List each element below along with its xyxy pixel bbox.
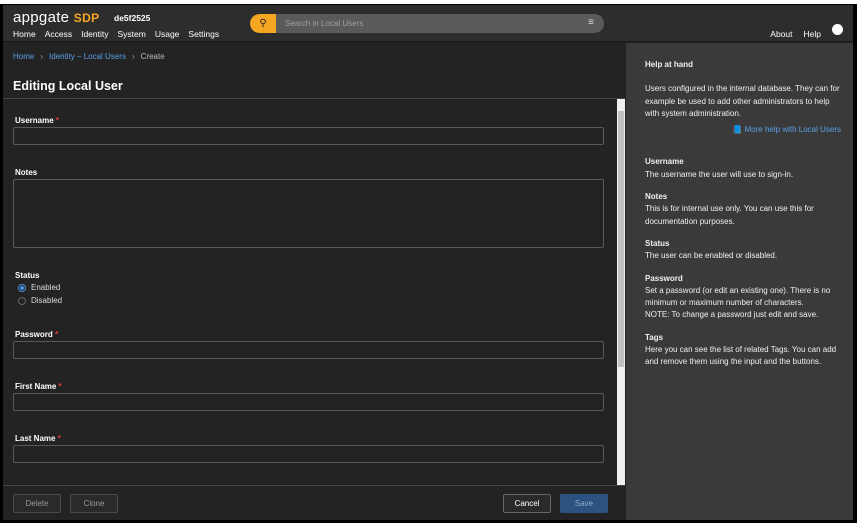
status-label: Status [15, 271, 40, 280]
book-icon: 📘 [732, 125, 743, 135]
last-name-label: Last Name * [15, 434, 61, 443]
more-help-link[interactable]: 📘 More help with Local Users [645, 124, 841, 136]
header-links: About Help [770, 24, 843, 39]
window-top-border [0, 0, 857, 4]
chevron-right-icon: › [131, 52, 135, 61]
help-title: Help at hand [645, 60, 694, 69]
cancel-button[interactable]: Cancel [503, 494, 551, 513]
user-form: Username * Notes Status Enabled Disabled… [3, 99, 617, 485]
form-scrollbar[interactable] [617, 99, 625, 485]
filter-icon[interactable]: ≡ [588, 17, 594, 28]
host-name: de5f2525 [114, 13, 151, 23]
nav-usage[interactable]: Usage [155, 29, 180, 39]
radio-unchecked-icon [18, 296, 26, 305]
nav-identity[interactable]: Identity [81, 29, 108, 39]
radio-checked-icon [18, 283, 26, 292]
search-icon[interactable]: ⚲ [250, 14, 276, 33]
notes-textarea[interactable] [13, 179, 604, 248]
main-nav: Home Access Identity System Usage Settin… [13, 29, 219, 39]
save-button[interactable]: Save [560, 494, 608, 513]
status-enabled-radio[interactable]: Enabled [18, 283, 60, 292]
search-bar[interactable]: ⚲ Search in Local Users ≡ [250, 14, 604, 33]
help-section-status: Status The user can be enabled or disable… [645, 238, 778, 261]
breadcrumb-local-users[interactable]: Identity – Local Users [49, 52, 126, 61]
notes-label: Notes [15, 168, 38, 177]
status-disabled-radio[interactable]: Disabled [18, 296, 62, 305]
nav-access[interactable]: Access [45, 29, 72, 39]
nav-system[interactable]: System [118, 29, 146, 39]
password-label: Password * [15, 330, 59, 339]
chevron-right-icon: › [40, 52, 44, 61]
last-name-input[interactable] [13, 445, 604, 463]
nav-home[interactable]: Home [13, 29, 36, 39]
clone-button[interactable]: Clone [70, 494, 118, 513]
password-input[interactable] [13, 341, 604, 359]
header: appgate SDP de5f2525 Home Access Identit… [3, 5, 853, 42]
main-content: Home › Identity – Local Users › Create Edi… [3, 43, 625, 520]
help-section-tags: Tags Here you can see the list of related… [645, 332, 837, 367]
logo-accent: SDP [73, 11, 100, 25]
breadcrumb-home[interactable]: Home [13, 52, 34, 61]
username-label: Username * [15, 116, 60, 125]
help-section-username: Username The username the user will use t… [645, 157, 794, 179]
page-title: Editing Local User [13, 79, 123, 93]
username-input[interactable] [13, 127, 604, 145]
first-name-input[interactable] [13, 393, 604, 411]
logo[interactable]: appgate SDP [13, 9, 99, 26]
scrollbar-thumb[interactable] [618, 111, 624, 367]
about-link[interactable]: About [770, 29, 792, 39]
help-section-password: Password Set a password (or edit an exist… [645, 273, 831, 320]
help-link[interactable]: Help [804, 29, 821, 39]
app: appgate SDP de5f2525 Home Access Identit… [3, 5, 853, 520]
form-footer: Delete Clone Cancel Save [3, 485, 625, 520]
help-panel: Help at hand Users configured in the int… [626, 43, 853, 520]
first-name-label: First Name * [15, 382, 62, 391]
search-input[interactable]: Search in Local Users [285, 19, 363, 28]
breadcrumb: Home › Identity – Local Users › Create [13, 52, 165, 61]
user-account-icon[interactable] [832, 24, 843, 35]
nav-settings[interactable]: Settings [188, 29, 219, 39]
delete-button[interactable]: Delete [13, 494, 61, 513]
logo-text: appgate [13, 9, 70, 26]
help-section-notes: Notes This is for internal use only. You … [645, 192, 814, 226]
breadcrumb-current: Create [140, 52, 165, 61]
help-intro: Users configured in the internal databas… [645, 84, 840, 118]
